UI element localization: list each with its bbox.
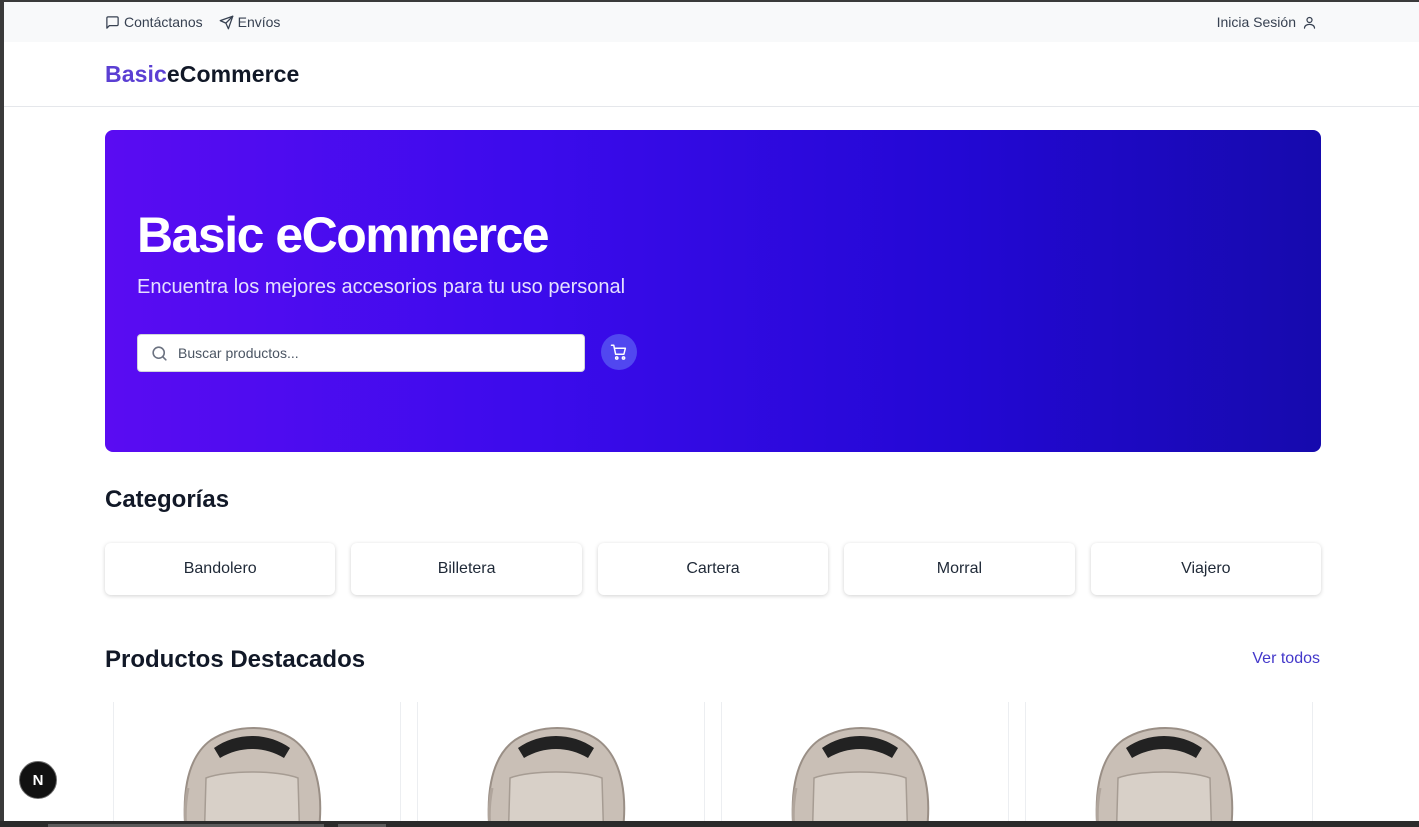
search-icon [152, 345, 167, 361]
site-header: BasiceCommerce [4, 42, 1419, 107]
login-link[interactable]: Inicia Sesión [1217, 2, 1317, 42]
user-icon [1303, 16, 1316, 29]
logo-basic: Basic [105, 61, 167, 87]
backpack-image [1095, 727, 1234, 821]
site-logo[interactable]: BasiceCommerce [105, 61, 299, 88]
top-utility-bar: Contáctanos Envíos Inicia Sesión [4, 2, 1419, 42]
cart-icon [610, 344, 627, 360]
search-input[interactable] [178, 345, 578, 361]
category-viajero[interactable]: Viajero [1090, 543, 1322, 595]
shipping-link-label: Envíos [237, 14, 281, 30]
categories-list: Bandolero Billetera Cartera Morral Viaje… [105, 543, 1322, 595]
category-cartera[interactable]: Cartera [597, 543, 829, 595]
categories-title: Categorías [105, 486, 230, 513]
product-card[interactable] [721, 702, 1009, 821]
contact-link-label: Contáctanos [124, 14, 203, 30]
nextjs-dev-badge[interactable]: N [19, 761, 57, 799]
backpack-image [791, 727, 930, 821]
product-card[interactable] [417, 702, 705, 821]
category-billetera[interactable]: Billetera [351, 543, 582, 595]
message-icon [106, 15, 119, 29]
backpack-image [487, 727, 626, 821]
page: Contáctanos Envíos Inicia Sesión BasiceC… [4, 2, 1419, 821]
shipping-link[interactable]: Envíos [219, 14, 281, 30]
hero-subtitle: Encuentra los mejores accesorios para tu… [137, 276, 626, 298]
window-bottom-edge [0, 821, 1419, 827]
hero-title: Basic eCommerce [137, 207, 550, 263]
see-all-link[interactable]: Ver todos [1252, 650, 1320, 668]
backpack-image [183, 727, 322, 821]
product-card[interactable] [113, 702, 401, 821]
cart-button[interactable] [601, 334, 637, 370]
hero-banner: Basic eCommerce Encuentra los mejores ac… [105, 130, 1321, 452]
login-link-label: Inicia Sesión [1216, 14, 1296, 30]
featured-products-list [113, 702, 1313, 821]
featured-products-title: Productos Destacados [105, 646, 366, 673]
search-box [137, 334, 585, 372]
product-card[interactable] [1025, 702, 1313, 821]
contact-link[interactable]: Contáctanos [105, 14, 203, 30]
category-bandolero[interactable]: Bandolero [105, 543, 336, 595]
logo-ecommerce: eCommerce [166, 61, 300, 87]
category-morral[interactable]: Morral [844, 543, 1075, 595]
send-icon [219, 15, 233, 29]
